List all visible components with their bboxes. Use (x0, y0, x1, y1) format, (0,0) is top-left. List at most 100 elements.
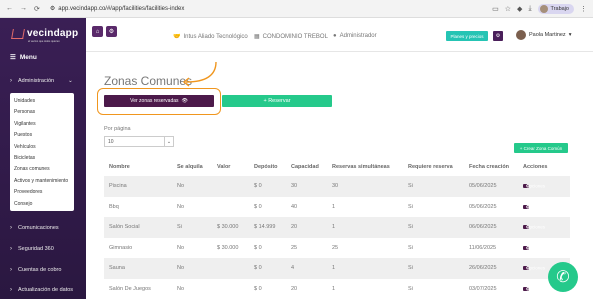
whatsapp-button[interactable]: ✆ (548, 262, 578, 292)
cell-nombre: Piscina (109, 183, 127, 190)
cell-se-alquila: No (177, 285, 185, 292)
submenu-item-personas[interactable]: Personas (14, 107, 70, 118)
cell-deposito: $ 0 (254, 265, 262, 272)
col-deposito: Depósito (254, 164, 278, 170)
profile-label: Trabajo (550, 5, 569, 12)
profile-chip[interactable]: Trabajo (537, 3, 574, 14)
cell-nombre: Sauna (109, 265, 125, 272)
sidebar-item-label: Cuentas de cobro (18, 267, 62, 273)
options-label: Opciones (526, 224, 546, 230)
sidebar-item-administracion[interactable]: › Administración ⌄ (10, 78, 73, 84)
view-reserved-label: Ver zonas reservadas (130, 98, 179, 104)
plans-button[interactable]: Planes y precios (446, 31, 488, 41)
star-icon[interactable]: ☆ (505, 5, 511, 13)
home-button[interactable]: ⌂ (92, 26, 103, 37)
settings-button[interactable]: ⚙ (106, 26, 117, 37)
cell-fecha: 06/06/2025 (469, 224, 497, 231)
cell-capacidad: 4 (291, 265, 295, 272)
options-button[interactable]: ⚙ Opciones (523, 265, 545, 271)
cell-capacidad: 40 (291, 203, 298, 210)
cell-fecha: 26/06/2025 (469, 265, 497, 272)
cell-fecha: 11/06/2025 (469, 244, 497, 251)
options-button[interactable]: ⚙ Opciones (523, 204, 545, 209)
cell-nombre: Gimnasio (109, 244, 133, 251)
submenu-item-unidades[interactable]: Unidades (14, 96, 70, 107)
col-reservas: Reservas simultáneas (332, 164, 390, 170)
extensions-icon[interactable]: ◆ (517, 5, 522, 13)
sidebar-item-comunicaciones[interactable]: › Comunicaciones (10, 225, 59, 231)
sidebar-item-cuentas[interactable]: › Cuentas de cobro (10, 267, 61, 273)
cell-capacidad: 30 (291, 183, 298, 190)
reload-icon[interactable]: ⟳ (34, 5, 40, 13)
address-bar[interactable]: ⚙ app.vecindapp.co/#/app/facilities/faci… (50, 5, 185, 13)
submenu-item-vehiculos[interactable]: Vehículos (14, 142, 70, 153)
phone-icon: ✆ (556, 269, 570, 286)
create-zone-button[interactable]: + Crear Zona Común (514, 143, 568, 153)
sidebar-item-label: Administración (18, 78, 55, 84)
submenu-item-zonas-comunes[interactable]: Zonas comunes (14, 164, 70, 175)
options-button[interactable]: ⚙ Opciones (523, 286, 545, 291)
cell-capacidad: 20 (291, 285, 298, 292)
gear-icon[interactable]: ⚙ (493, 31, 503, 41)
submenu-item-proveedores[interactable]: Proveedores (14, 187, 70, 198)
cast-icon[interactable]: ▭ (492, 5, 499, 13)
cell-se-alquila: No (177, 244, 185, 251)
reserve-button[interactable]: + Reservar (222, 95, 332, 107)
view-reserved-button[interactable]: Ver zonas reservadas 👁 (104, 95, 214, 107)
site-info-icon[interactable]: ⚙ (50, 5, 55, 12)
cell-reservas: 1 (332, 285, 336, 292)
download-icon[interactable]: ⤓ (528, 5, 531, 13)
col-nombre: Nombre (109, 164, 130, 170)
table-row: Piscina No $ 0 30 30 Si 05/06/2025 ⚙ Opciones (104, 176, 570, 197)
forward-icon[interactable]: → (20, 5, 27, 13)
cell-deposito: $ 0 (254, 285, 262, 292)
role-name: Administrador (339, 33, 377, 39)
chevron-down-icon: ⌄ (68, 78, 73, 84)
user-menu[interactable]: Paola Martinez ▾ (516, 30, 571, 40)
submenu-item-activos[interactable]: Activos y mantenimiento (14, 176, 70, 187)
cell-reservas: 1 (332, 265, 336, 272)
per-page-select[interactable]: 10 ⌄ (104, 136, 174, 147)
sidebar-item-actualizacion[interactable]: › Actualización de datos (10, 287, 73, 293)
submenu-item-vigilantes[interactable]: Vigilantes (14, 119, 70, 130)
options-button[interactable]: ⚙ Opciones (523, 245, 545, 250)
menu-heading: ☰ Menu (10, 53, 37, 62)
submenu-item-consejo[interactable]: Consejo (14, 199, 70, 210)
submenu: Unidades Personas Vigilantes Puestos Veh… (10, 93, 74, 211)
sidebar-item-label: Comunicaciones (18, 225, 59, 231)
chevron-right-icon: › (10, 246, 12, 252)
menu-label: Menu (19, 53, 37, 61)
cell-requiere: Si (408, 265, 413, 272)
sidebar-item-seguridad[interactable]: › Seguridad 360 (10, 246, 54, 252)
caret-down-icon: ▾ (568, 32, 572, 38)
hamburger-icon[interactable]: ☰ (10, 53, 16, 61)
cell-nombre: Salón De Juegos (109, 285, 151, 292)
table-row: Sauna No $ 0 4 1 Si 26/06/2025 ⚙ Opciones (104, 258, 570, 279)
condo-name: CONDOMINIO TREBOL (262, 33, 328, 40)
cell-capacidad: 20 (291, 224, 298, 231)
cell-requiere: Si (408, 183, 413, 190)
sidebar-item-label: Seguridad 360 (18, 246, 54, 252)
col-requiere: Requiere reserva (408, 164, 453, 170)
options-button[interactable]: ⚙ Opciones (523, 224, 545, 230)
options-button[interactable]: ⚙ Opciones (523, 183, 545, 189)
cell-requiere: Si (408, 203, 413, 210)
avatar (516, 30, 526, 40)
col-valor: Valor (217, 164, 231, 170)
options-label: Opciones (526, 265, 546, 271)
menu-dots-icon[interactable]: ⋮ (580, 5, 587, 13)
top-header: ⌂ ⚙ 🤝 Intus Aliado Tecnológico ▦ CONDOMI… (86, 18, 593, 52)
table-row: Gimnasio No $ 30.000 $ 0 25 25 Si 11/06/2025 ⚙ Op… (104, 238, 570, 259)
col-se-alquila: Se alquila (177, 164, 203, 170)
submenu-item-bicicletas[interactable]: Bicicletas (14, 153, 70, 164)
cell-se-alquila: Si (177, 224, 182, 231)
user-name: Paola Martinez (529, 32, 566, 38)
url-text: app.vecindapp.co/#/app/facilities/facili… (58, 5, 185, 12)
submenu-item-puestos[interactable]: Puestos (14, 130, 70, 141)
brand-logo: vecindapp el vecino que todos quieren (11, 28, 78, 43)
profile-avatar (539, 4, 548, 13)
back-icon[interactable]: ← (6, 5, 13, 13)
options-label: Opciones (526, 183, 546, 189)
chevron-down-icon: ⌄ (164, 137, 173, 146)
cell-reservas: 1 (332, 203, 336, 210)
